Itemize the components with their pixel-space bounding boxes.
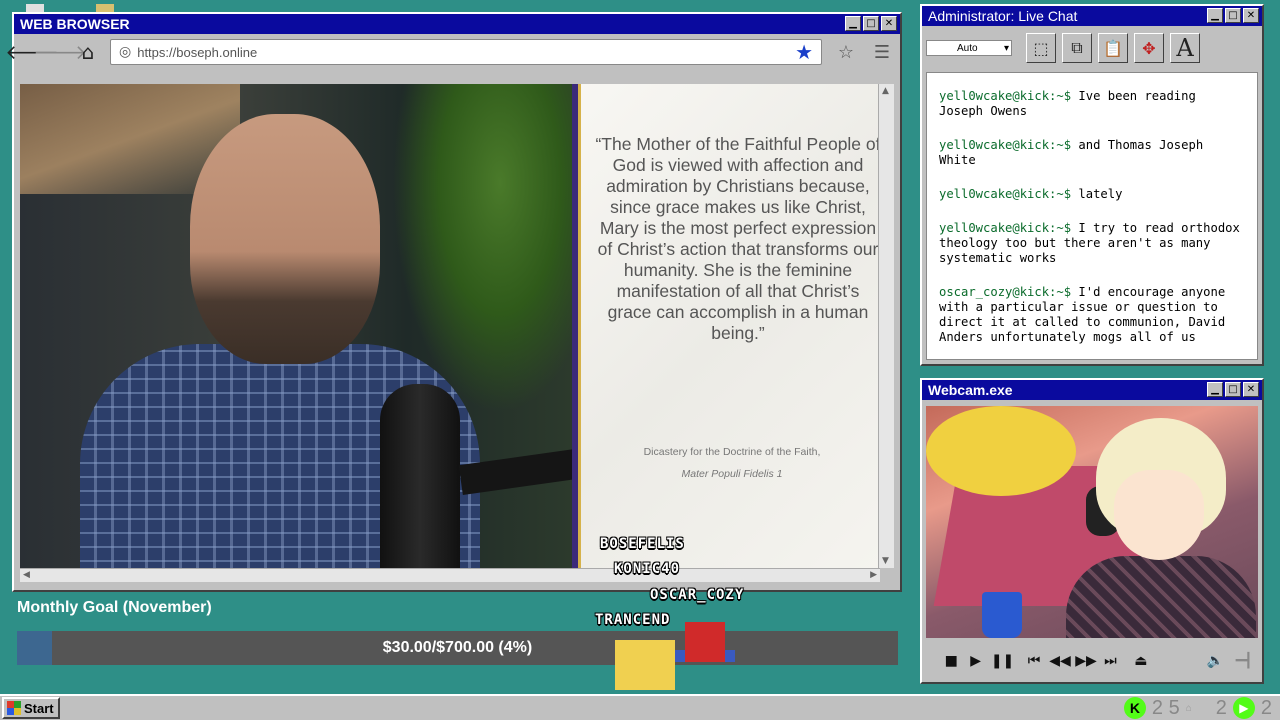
quote-text: “The Mother of the Faithful People of Go…	[595, 134, 880, 343]
mug	[982, 592, 1022, 638]
eject-icon[interactable]: ⏏	[1132, 653, 1150, 669]
home-icon[interactable]: ⌂	[76, 40, 100, 64]
copy-icon[interactable]: ⧉	[1062, 33, 1092, 63]
chat-message: yell0wcake@kick:~$ I try to read orthodo…	[939, 221, 1240, 265]
stop-icon[interactable]: ■	[942, 653, 960, 669]
browser-navbar: 🡐 🡒 ⌂ ◎ https://boseph.online ★ ☆ ☰	[5, 34, 900, 70]
play-icon[interactable]: ▶	[966, 653, 984, 669]
plush-toy	[926, 406, 1076, 496]
chat-message: yell0wcake@kick:~$ lately	[939, 187, 1123, 201]
start-button[interactable]: Start	[2, 697, 60, 719]
chevron-down-icon: ▾	[1003, 42, 1009, 54]
tray-counter: 2	[1260, 696, 1272, 719]
viewer-name: TRANCEND	[595, 612, 671, 628]
webcam-titlebar[interactable]: Webcam.exe ▁ □ ✕	[922, 380, 1262, 400]
close-button[interactable]: ✕	[881, 16, 897, 31]
paste-icon[interactable]: 📋	[1098, 33, 1128, 63]
desktop-icon[interactable]	[26, 4, 44, 12]
start-label: Start	[24, 700, 54, 716]
goal-title: Monthly Goal (November)	[17, 599, 212, 616]
taskbar: Start K 2 5 ⌂ 2 ▶ 2	[0, 694, 1280, 720]
maximize-button[interactable]: □	[863, 16, 879, 31]
tray-counter: 2 5	[1151, 696, 1180, 719]
address-bar[interactable]: ◎ https://boseph.online ★	[110, 39, 822, 65]
minimize-button[interactable]: ▁	[1207, 8, 1223, 23]
horizontal-scrollbar[interactable]: ◀ ▶	[20, 568, 880, 582]
bookmark-star-icon[interactable]: ★	[795, 40, 813, 64]
quote-slide: “The Mother of the Faithful People of Go…	[572, 84, 880, 568]
goal-progress-bar: $30.00/$700.00 (4%)	[17, 631, 898, 665]
minimize-button[interactable]: ▁	[1207, 382, 1223, 397]
close-button[interactable]: ✕	[1243, 382, 1259, 397]
chat-title: Administrator: Live Chat	[928, 8, 1078, 24]
vertical-scrollbar[interactable]: ▲ ▼	[878, 84, 894, 568]
tray-counter: 2	[1215, 696, 1227, 719]
chat-window: Administrator: Live Chat ▁ □ ✕ Auto ▾ ⬚ …	[920, 4, 1264, 366]
chat-message: yell0wcake@kick:~$ and Thomas Joseph Whi…	[939, 138, 1204, 167]
font-size-select[interactable]: Auto ▾	[926, 40, 1012, 56]
maximize-button[interactable]: □	[1225, 382, 1241, 397]
chat-titlebar[interactable]: Administrator: Live Chat ▁ □ ✕	[922, 6, 1262, 26]
font-icon[interactable]: A	[1170, 33, 1200, 63]
skip-forward-icon[interactable]: ⏭	[1101, 653, 1119, 669]
chat-message: yell0wcake@kick:~$ Ive been reading Jose…	[939, 89, 1196, 118]
cozy-icon[interactable]: ⌂	[1186, 703, 1192, 714]
quote-citation: Dicastery for the Doctrine of the Faith,	[643, 446, 821, 458]
viewer-name: KONIC40	[614, 561, 681, 577]
forward-arrow-icon[interactable]: 🡒	[33, 40, 87, 64]
desktop-icons	[26, 2, 126, 12]
system-tray: K 2 5 ⌂ 2 ▶ 2	[1123, 696, 1272, 719]
chat-message: oscar_cozy@kick:~$ I'd encourage anyone …	[939, 285, 1226, 344]
viewer-name: OSCAR_COZY	[650, 587, 745, 603]
viewer-name: BOSEFELIS	[600, 536, 685, 552]
goal-progress-text: $30.00/$700.00 (4%)	[382, 639, 533, 656]
scroll-down-icon[interactable]: ▼	[882, 556, 889, 566]
chat-toolbar: Auto ▾ ⬚ ⧉ 📋 ✥ A	[922, 26, 1262, 70]
scroll-right-icon[interactable]: ▶	[870, 570, 877, 580]
close-button[interactable]: ✕	[1243, 8, 1259, 23]
browser-title: WEB BROWSER	[20, 16, 130, 32]
webcam-window: Webcam.exe ▁ □ ✕ ■ ▶ ❚❚ ⏮ ◀◀ ▶▶ ⏭ ⏏ 🔈 ━┫	[920, 378, 1264, 684]
maximize-button[interactable]: □	[1225, 8, 1241, 23]
skip-back-icon[interactable]: ⏮	[1025, 653, 1043, 669]
scroll-left-icon[interactable]: ◀	[23, 570, 30, 580]
select-tool-icon[interactable]: ⬚	[1026, 33, 1056, 63]
presenter	[80, 94, 622, 568]
scroll-up-icon[interactable]: ▲	[882, 86, 889, 96]
fast-forward-icon[interactable]: ▶▶	[1075, 653, 1097, 669]
webcam-title: Webcam.exe	[928, 382, 1013, 398]
favorites-star-icon[interactable]: ☆	[834, 40, 858, 64]
menu-icon[interactable]: ☰	[870, 40, 894, 64]
play-circle-icon[interactable]: ▶	[1232, 697, 1255, 719]
video-frame	[20, 84, 622, 568]
browser-window: WEB BROWSER ▁ □ ✕ 🡐 🡒 ⌂ ◎ https://boseph…	[5, 12, 902, 592]
windows-logo-icon	[7, 701, 21, 715]
volume-slider[interactable]: ━┫	[1230, 653, 1258, 669]
volume-icon[interactable]: 🔈	[1206, 653, 1224, 669]
folder-icon[interactable]	[96, 4, 114, 12]
browser-titlebar[interactable]: WEB BROWSER ▁ □ ✕	[14, 14, 900, 34]
browser-viewport: “The Mother of the Faithful People of Go…	[20, 84, 880, 568]
quote-source: Mater Populi Fidelis 1	[681, 468, 783, 480]
rewind-icon[interactable]: ◀◀	[1049, 653, 1071, 669]
webcam-feed	[926, 406, 1258, 638]
microphone	[380, 384, 460, 568]
media-controls: ■ ▶ ❚❚ ⏮ ◀◀ ▶▶ ⏭ ⏏ 🔈 ━┫	[926, 648, 1258, 674]
move-icon[interactable]: ✥	[1134, 33, 1164, 63]
chat-log[interactable]: yell0wcake@kick:~$ Ive been reading Jose…	[926, 72, 1258, 360]
select-value: Auto	[957, 42, 978, 54]
pause-icon[interactable]: ❚❚	[991, 653, 1014, 669]
url-text[interactable]: https://boseph.online	[137, 45, 789, 60]
kick-icon[interactable]: K	[1123, 697, 1146, 719]
globe-icon: ◎	[119, 44, 132, 60]
minimize-button[interactable]: ▁	[845, 16, 861, 31]
